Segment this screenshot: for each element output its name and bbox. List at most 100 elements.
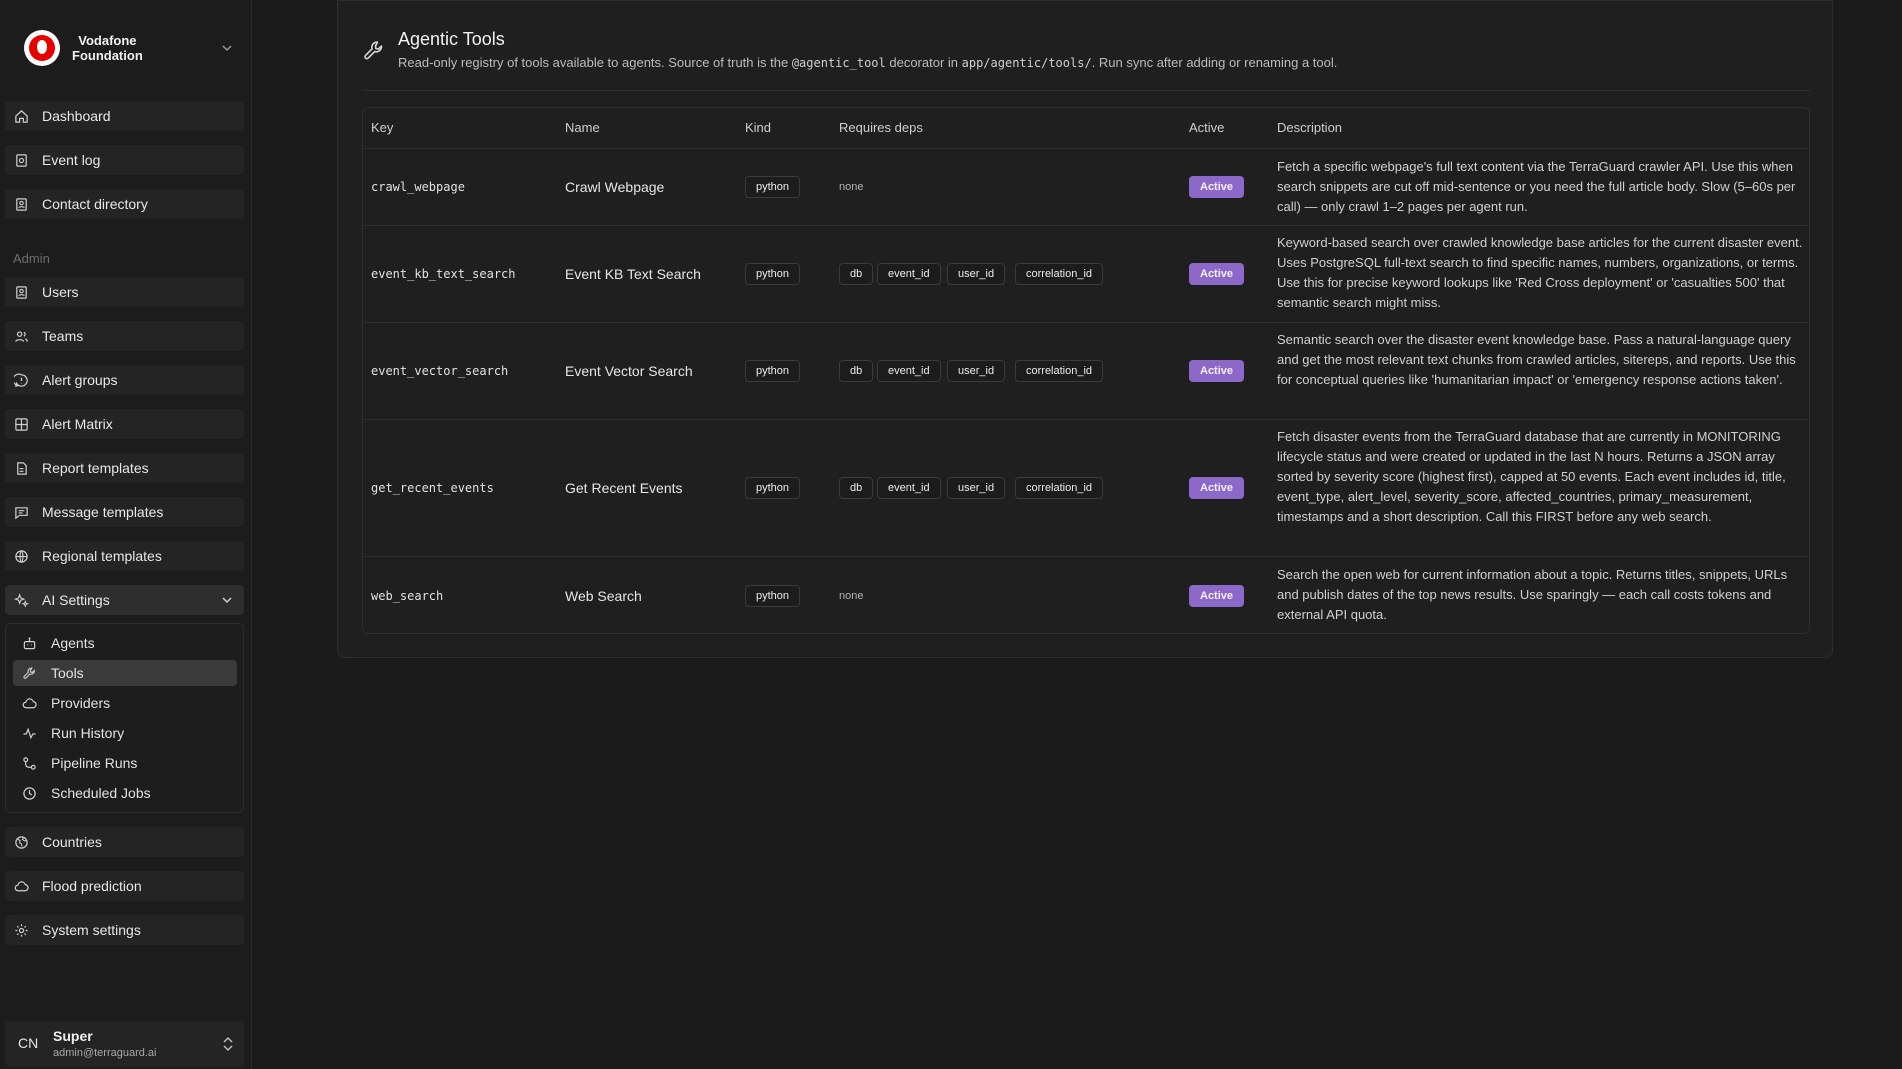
org-name-line2: Foundation xyxy=(72,48,143,63)
nav-item-contact-directory[interactable]: Contact directory xyxy=(5,189,244,219)
table-row[interactable]: crawl_webpage Crawl Webpage python none … xyxy=(363,148,1809,225)
nav-item-message-templates[interactable]: Message templates xyxy=(5,497,244,527)
org-name: Vodafone Foundation xyxy=(72,33,143,63)
tool-name: Get Recent Events xyxy=(565,480,683,496)
page-description-text: decorator in xyxy=(885,55,962,70)
subnav-item-providers[interactable]: Providers xyxy=(13,690,237,716)
clock-icon xyxy=(21,785,37,801)
table-row[interactable]: event_vector_search Event Vector Search … xyxy=(363,322,1809,419)
page-description-text: Read-only registry of tools available to… xyxy=(398,55,792,70)
column-header-name[interactable]: Name xyxy=(565,120,600,135)
table-row[interactable]: event_kb_text_search Event KB Text Searc… xyxy=(363,225,1809,322)
page-title: Agentic Tools xyxy=(398,29,505,49)
subnav-item-label: Agents xyxy=(51,635,95,651)
nav-item-system-settings[interactable]: System settings xyxy=(5,915,244,945)
status-badge: Active xyxy=(1189,176,1245,198)
nav-item-label: Teams xyxy=(42,328,84,344)
subnav-item-tools[interactable]: Tools xyxy=(13,660,237,686)
kind-pill: python xyxy=(745,263,801,285)
status-badge: Active xyxy=(1189,263,1245,285)
wrench-icon xyxy=(21,665,37,681)
page-description-text: . Run sync after adding or renaming a to… xyxy=(1091,55,1338,70)
dep-pill: event_id xyxy=(877,360,941,382)
nav-item-regional-templates[interactable]: Regional templates xyxy=(5,541,244,571)
page-description-code: @agentic_tool xyxy=(791,56,886,70)
nav-item-label: AI Settings xyxy=(42,592,110,608)
subnav-item-scheduled-jobs[interactable]: Scheduled Jobs xyxy=(13,780,237,806)
column-header-active[interactable]: Active xyxy=(1189,120,1224,135)
cloud-icon xyxy=(21,695,37,711)
tool-key: get_recent_events xyxy=(371,481,494,495)
nav-item-label: Dashboard xyxy=(42,108,111,124)
tool-name: Event Vector Search xyxy=(565,363,693,379)
globe-icon xyxy=(13,548,29,564)
chevron-down-icon[interactable] xyxy=(220,593,234,607)
user-name: Super xyxy=(53,1028,93,1044)
vodafone-logo-icon xyxy=(24,30,60,66)
tool-description: Fetch a specific webpage's full text con… xyxy=(1277,159,1796,214)
status-badge: Active xyxy=(1189,585,1245,607)
chevrons-up-down-icon xyxy=(220,1035,236,1053)
admin-section-label: Admin xyxy=(13,251,50,266)
table-row[interactable]: get_recent_events Get Recent Events pyth… xyxy=(363,419,1809,556)
nav-item-users[interactable]: Users xyxy=(5,277,244,307)
page-description-code: app/agentic/tools/ xyxy=(961,56,1092,70)
chevron-down-icon[interactable] xyxy=(218,39,236,57)
dep-pill: correlation_id xyxy=(1015,477,1104,499)
subnav-item-label: Tools xyxy=(51,665,84,681)
nav-item-dashboard[interactable]: Dashboard xyxy=(5,101,244,131)
subnav-item-label: Scheduled Jobs xyxy=(51,785,151,801)
nav-item-report-templates[interactable]: Report templates xyxy=(5,453,244,483)
status-badge: Active xyxy=(1189,477,1245,499)
nav-item-flood-prediction[interactable]: Flood prediction xyxy=(5,871,244,901)
gear-icon xyxy=(13,922,29,938)
wrench-icon xyxy=(362,39,386,63)
dep-pill: correlation_id xyxy=(1015,263,1104,285)
tool-description: Fetch disaster events from the TerraGuar… xyxy=(1277,429,1786,524)
page-description: Read-only registry of tools available to… xyxy=(398,55,1337,70)
dep-pill: event_id xyxy=(877,263,941,285)
column-header-kind[interactable]: Kind xyxy=(745,120,771,135)
kind-pill: python xyxy=(745,477,801,499)
no-deps: none xyxy=(839,181,864,193)
grid-icon xyxy=(13,416,29,432)
table-row[interactable]: web_search Web Search python none Active… xyxy=(363,556,1809,634)
tools-table: Key Name Kind Requires deps Active Descr… xyxy=(362,107,1810,634)
nav-item-event-log[interactable]: Event log xyxy=(5,145,244,175)
user-menu[interactable]: CN Super admin@terraguard.ai xyxy=(5,1021,244,1067)
log-icon xyxy=(13,152,29,168)
tool-name: Web Search xyxy=(565,588,642,604)
column-header-key[interactable]: Key xyxy=(371,120,393,135)
nav-item-label: Countries xyxy=(42,834,102,850)
cloud-icon xyxy=(13,878,29,894)
tool-key: crawl_webpage xyxy=(371,180,465,194)
nav-item-countries[interactable]: Countries xyxy=(5,827,244,857)
column-header-description[interactable]: Description xyxy=(1277,120,1342,135)
nav-item-label: Report templates xyxy=(42,460,149,476)
kind-pill: python xyxy=(745,585,801,607)
nav-item-label: Users xyxy=(42,284,79,300)
column-header-requires-deps[interactable]: Requires deps xyxy=(839,120,923,135)
tool-description: Keyword-based search over crawled knowle… xyxy=(1277,235,1803,310)
org-switcher[interactable]: Vodafone Foundation xyxy=(24,27,236,69)
ai-settings-subnav: Agents Tools Providers Run History Pipel… xyxy=(5,623,244,813)
nav-item-label: Regional templates xyxy=(42,548,162,564)
message-icon xyxy=(13,504,29,520)
tool-name: Event KB Text Search xyxy=(565,266,701,282)
nav-item-alert-matrix[interactable]: Alert Matrix xyxy=(5,409,244,439)
nav-item-ai-settings[interactable]: AI Settings xyxy=(5,585,244,615)
nav-item-label: Contact directory xyxy=(42,196,148,212)
subnav-item-agents[interactable]: Agents xyxy=(13,630,237,656)
subnav-item-pipeline-runs[interactable]: Pipeline Runs xyxy=(13,750,237,776)
nav-item-label: Flood prediction xyxy=(42,878,142,894)
tool-description: Semantic search over the disaster event … xyxy=(1277,332,1796,387)
nav-item-teams[interactable]: Teams xyxy=(5,321,244,351)
subnav-item-label: Run History xyxy=(51,725,125,741)
nav-item-label: Event log xyxy=(42,152,101,168)
nav-item-label: Alert Matrix xyxy=(42,416,113,432)
workflow-icon xyxy=(21,755,37,771)
dep-pill: user_id xyxy=(947,360,1006,382)
subnav-item-run-history[interactable]: Run History xyxy=(13,720,237,746)
nav-item-alert-groups[interactable]: Alert groups xyxy=(5,365,244,395)
nav-item-label: Alert groups xyxy=(42,372,118,388)
